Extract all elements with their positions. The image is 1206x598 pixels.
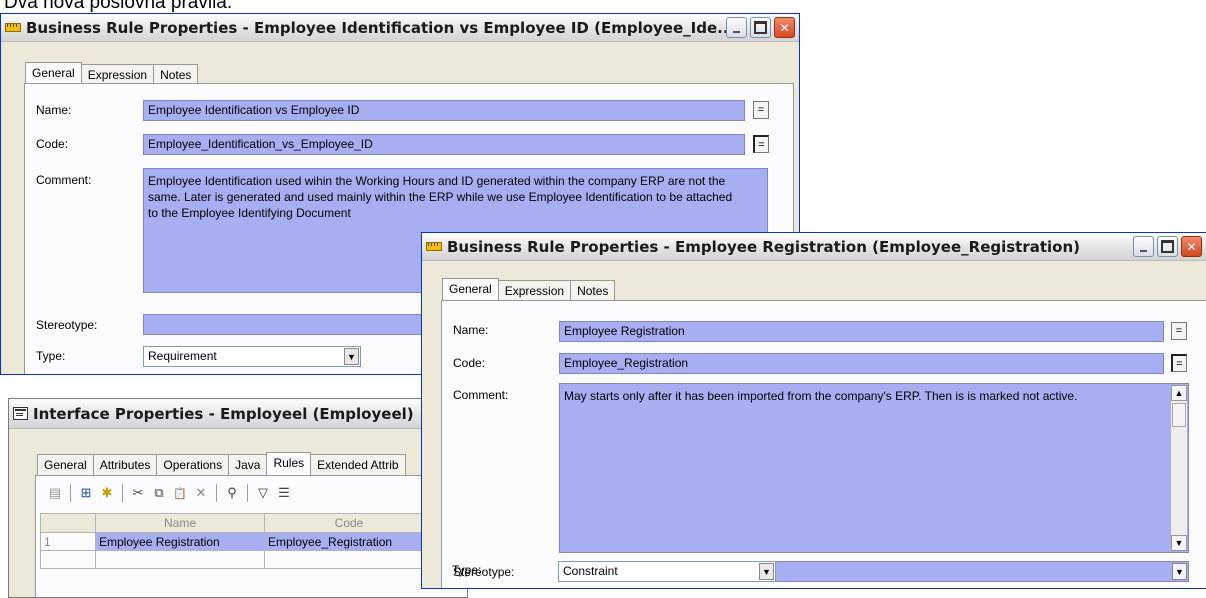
table-row-empty[interactable]	[40, 550, 434, 569]
name-equals-button[interactable]: =	[753, 101, 769, 119]
column-header-index	[40, 513, 96, 533]
table-header-row: Name Code	[40, 513, 434, 533]
find-icon[interactable]: ⚲	[223, 484, 241, 502]
window-3-title: Interface Properties - Employeel (Employ…	[33, 404, 414, 423]
type-select[interactable]: Requirement ▼	[143, 346, 361, 367]
type-label: Type:	[452, 563, 482, 577]
tab-extended-attributes[interactable]: Extended Attrib	[310, 454, 406, 475]
tab-operations[interactable]: Operations	[156, 454, 230, 475]
business-rule-window-2: Business Rule Properties - Employee Regi…	[421, 232, 1206, 589]
properties-icon[interactable]: ▤	[46, 484, 64, 502]
paste-icon[interactable]: 📋	[171, 484, 189, 502]
row-index: 1	[40, 532, 96, 551]
tab-expression[interactable]: Expression	[497, 280, 572, 301]
add-rows-icon[interactable]: ⊞	[77, 484, 95, 502]
column-header-code[interactable]: Code	[264, 513, 434, 533]
business-rule-icon	[5, 23, 21, 32]
interface-icon	[13, 407, 28, 420]
minimize-icon	[1140, 249, 1147, 252]
toolbar-separator	[216, 484, 217, 502]
close-button[interactable]: ✕	[1181, 236, 1202, 257]
window-2-titlebar[interactable]: Business Rule Properties - Employee Regi…	[422, 233, 1206, 261]
interface-properties-window: Interface Properties - Employeel (Employ…	[8, 398, 468, 598]
code-equals-button[interactable]: =	[753, 135, 769, 153]
customize-columns-icon[interactable]: ☰	[275, 484, 293, 502]
tab-general[interactable]: General	[37, 454, 94, 475]
dropdown-icon[interactable]: ▼	[1172, 563, 1187, 580]
comment-field[interactable]: May starts only after it has been import…	[559, 383, 1189, 553]
row-name[interactable]: Employee Registration	[95, 532, 265, 551]
cut-icon[interactable]: ✂	[129, 484, 147, 502]
tab-general[interactable]: General	[442, 278, 499, 302]
rules-toolbar: ▤ ⊞ ✱ ✂ ⧉ 📋 ✕ ⚲ ▽ ☰	[46, 484, 293, 502]
name-field[interactable]: Employee Identification vs Employee ID	[143, 100, 745, 121]
business-rule-icon	[426, 242, 442, 251]
window-3-titlebar[interactable]: Interface Properties - Employeel (Employ…	[9, 399, 467, 429]
code-equals-button[interactable]: =	[1171, 354, 1187, 372]
code-field[interactable]: Employee_Identification_vs_Employee_ID	[143, 134, 745, 155]
empty-cell	[40, 550, 96, 569]
type-value: Constraint	[563, 564, 618, 578]
minimize-icon	[733, 30, 740, 33]
rules-table: Name Code 1 Employee Registration Employ…	[40, 513, 434, 569]
toolbar-separator	[122, 484, 123, 502]
name-label: Name:	[36, 103, 72, 117]
stereotype-label: Stereotype:	[36, 318, 98, 332]
caption-text: Dva nova poslovna pravila:	[4, 0, 233, 13]
type-select[interactable]: Constraint ▼	[558, 561, 776, 582]
name-field[interactable]: Employee Registration	[559, 321, 1164, 342]
window-1-titlebar[interactable]: Business Rule Properties - Employee Iden…	[1, 14, 799, 42]
window-1-title: Business Rule Properties - Employee Iden…	[26, 18, 726, 37]
comment-label: Comment:	[453, 388, 509, 402]
row-code[interactable]: Employee_Registration	[264, 532, 434, 551]
name-label: Name:	[453, 323, 489, 337]
column-header-name[interactable]: Name	[95, 513, 265, 533]
tab-attributes[interactable]: Attributes	[92, 454, 158, 475]
new-icon[interactable]: ✱	[98, 484, 116, 502]
code-label: Code:	[453, 356, 486, 370]
window-1-tabs: General Expression Notes	[25, 61, 199, 86]
filter-icon[interactable]: ▽	[254, 484, 272, 502]
tab-java[interactable]: Java	[228, 454, 268, 475]
tab-expression[interactable]: Expression	[80, 64, 155, 85]
window-2-general-panel: Name: Employee Registration = Code: Empl…	[441, 300, 1206, 588]
tab-notes[interactable]: Notes	[570, 280, 616, 301]
type-label: Type:	[36, 349, 66, 363]
code-label: Code:	[36, 137, 69, 151]
toolbar-separator	[247, 484, 248, 502]
type-value: Requirement	[148, 349, 217, 363]
scroll-thumb[interactable]	[1172, 403, 1186, 427]
name-equals-button[interactable]: =	[1171, 322, 1187, 340]
comment-label: Comment:	[36, 173, 92, 187]
window-2-tabs: General Expression Notes	[442, 277, 616, 302]
close-button[interactable]: ✕	[774, 17, 795, 38]
dropdown-icon[interactable]: ▼	[759, 563, 774, 580]
stereotype-field[interactable]	[143, 314, 443, 335]
minimize-button[interactable]	[726, 17, 747, 38]
toolbar-separator	[70, 484, 71, 502]
scroll-up-icon[interactable]: ▲	[1171, 385, 1187, 401]
empty-cell	[95, 550, 265, 569]
tab-notes[interactable]: Notes	[153, 64, 199, 85]
scroll-down-icon[interactable]: ▼	[1171, 535, 1187, 551]
dropdown-icon[interactable]: ▼	[344, 348, 359, 365]
code-field[interactable]: Employee_Registration	[559, 353, 1164, 374]
comment-text: May starts only after it has been import…	[564, 389, 1078, 403]
maximize-button[interactable]	[750, 17, 771, 38]
maximize-icon	[754, 21, 767, 34]
comment-scrollbar[interactable]: ▲ ▼	[1171, 385, 1187, 551]
table-row[interactable]: 1 Employee Registration Employee_Registr…	[40, 532, 434, 551]
window-3-tabs: General Attributes Operations Java Rules…	[37, 451, 406, 476]
delete-icon[interactable]: ✕	[192, 484, 210, 502]
maximize-button[interactable]	[1157, 236, 1178, 257]
maximize-icon	[1161, 240, 1174, 253]
empty-cell	[264, 550, 434, 569]
tab-rules[interactable]: Rules	[266, 452, 312, 476]
copy-icon[interactable]: ⧉	[150, 484, 168, 502]
rules-panel: ▤ ⊞ ✱ ✂ ⧉ 📋 ✕ ⚲ ▽ ☰ Name Code 1 Employee…	[35, 475, 467, 597]
window-2-title: Business Rule Properties - Employee Regi…	[447, 237, 1081, 256]
minimize-button[interactable]	[1133, 236, 1154, 257]
